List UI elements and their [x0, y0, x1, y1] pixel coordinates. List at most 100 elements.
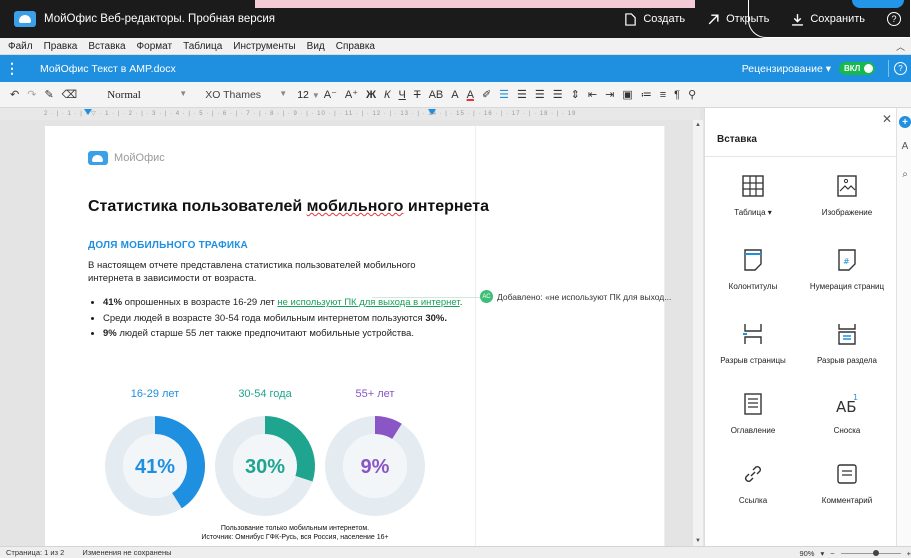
- font-family-select[interactable]: XO Thames ▼: [205, 89, 287, 101]
- menu-insert[interactable]: Вставка: [88, 41, 125, 52]
- zoom-value[interactable]: 90%: [799, 549, 814, 558]
- page-margin-line: [475, 126, 476, 546]
- insert-link-button[interactable]: Ссылка: [707, 462, 799, 522]
- search-icon[interactable]: ⌕: [899, 168, 911, 180]
- logo-text: МойОфис: [114, 152, 165, 164]
- insert-comment-button[interactable]: Комментарий: [801, 462, 893, 522]
- bullet-list[interactable]: 41% опрошенных в возрасте 16-29 лет не и…: [103, 296, 473, 343]
- section-heading[interactable]: ДОЛЯ МОБИЛЬНОГО ТРАФИКА: [88, 240, 248, 251]
- menu-file[interactable]: Файл: [8, 41, 33, 52]
- insert-header-footer-button[interactable]: Колонтитулы: [707, 248, 799, 308]
- item-label: Разрыв страницы: [720, 356, 786, 365]
- paragraph-mark-button[interactable]: ¶: [674, 89, 680, 101]
- toggle-label: ВКЛ: [844, 64, 861, 73]
- insert-toc-button[interactable]: Оглавление: [707, 392, 799, 452]
- document-page[interactable]: МойОфис Статистика пользователей мобильн…: [45, 126, 665, 546]
- vertical-scrollbar[interactable]: ▲ ▼: [693, 120, 703, 546]
- undo-icon[interactable]: ↶: [10, 88, 19, 101]
- top-blue-tab: [852, 0, 904, 8]
- font-size-select[interactable]: 12 ▼: [297, 89, 320, 101]
- tracked-insertion[interactable]: не используют ПК для выхода в интернет: [277, 297, 459, 308]
- format-painter-icon[interactable]: ✎: [44, 88, 53, 101]
- scroll-down-icon[interactable]: ▼: [695, 538, 701, 544]
- menu-table[interactable]: Таблица: [183, 41, 222, 52]
- help-icon[interactable]: ?: [887, 12, 901, 26]
- svg-text:#: #: [843, 257, 850, 266]
- panel-title: Вставка: [717, 134, 757, 145]
- menu-tools[interactable]: Инструменты: [233, 41, 295, 52]
- insert-panel-icon[interactable]: +: [899, 116, 911, 128]
- clear-format-icon[interactable]: ⌫: [62, 88, 78, 101]
- caps-button[interactable]: AB: [429, 89, 444, 101]
- save-button[interactable]: Сохранить: [791, 13, 865, 26]
- more-options-icon[interactable]: ⋮: [0, 60, 24, 77]
- borders-icon[interactable]: ▣: [622, 88, 632, 101]
- close-icon[interactable]: ✕: [882, 112, 892, 126]
- side-rail: + A ⌕: [896, 108, 911, 546]
- caption-line: Пользование только мобильным интернетом.: [220, 525, 370, 532]
- insert-footnote-button[interactable]: AБ 1 Сноска: [801, 392, 893, 452]
- align-center-icon[interactable]: ☰: [517, 88, 527, 101]
- avatar: АС: [480, 290, 493, 303]
- review-label: Рецензирование: [741, 62, 823, 75]
- justify-icon[interactable]: ☰: [553, 88, 563, 101]
- paragraph-style-select[interactable]: Normal ▼: [107, 89, 187, 101]
- font-color-button[interactable]: A: [467, 89, 474, 101]
- insert-image-button[interactable]: Изображение: [801, 174, 893, 234]
- strikethrough-button[interactable]: Т: [414, 89, 421, 101]
- ruler[interactable]: 2 · | · 1 · | · ▽ · 1 · | · 2 · | · 3 · …: [0, 108, 700, 120]
- review-dropdown[interactable]: Рецензирование ▾: [742, 63, 831, 75]
- donut-svg: 41% 30% 9%: [105, 416, 425, 516]
- indent-decrease-icon[interactable]: ⇤: [588, 88, 597, 101]
- doc-help-icon[interactable]: ?: [894, 62, 907, 75]
- highlight-icon[interactable]: ✐: [482, 88, 491, 101]
- app-logo-icon: [14, 11, 36, 27]
- decrease-font-button[interactable]: A⁻: [324, 88, 337, 101]
- menu-edit[interactable]: Правка: [44, 41, 78, 52]
- insert-section-break-button[interactable]: Разрыв раздела: [801, 322, 893, 382]
- align-left-icon[interactable]: ☰: [499, 88, 509, 101]
- numbered-list-icon[interactable]: ≡: [660, 89, 666, 101]
- review-comment[interactable]: АС Добавлено: «не используют ПК для выхо…: [480, 290, 671, 303]
- document-title[interactable]: Статистика пользователей мобильного инте…: [88, 198, 489, 216]
- indent-increase-icon[interactable]: ⇥: [605, 88, 614, 101]
- insert-page-break-button[interactable]: Разрыв страницы: [707, 322, 799, 382]
- insert-table-button[interactable]: Таблица ▾: [707, 174, 799, 234]
- menu-format[interactable]: Формат: [137, 41, 173, 52]
- zoom-slider[interactable]: [840, 549, 901, 556]
- zoom-slider-thumb[interactable]: [872, 549, 879, 556]
- chevron-down-icon: ▼: [179, 88, 188, 98]
- subscript-button[interactable]: A: [451, 89, 458, 101]
- line-spacing-icon[interactable]: ⇕: [571, 88, 580, 101]
- align-right-icon[interactable]: ☰: [535, 88, 545, 101]
- panel-divider: [705, 156, 897, 157]
- link-toolbar-icon[interactable]: ⚲: [688, 88, 696, 101]
- open-button[interactable]: Открыть: [707, 13, 769, 26]
- menu-view[interactable]: Вид: [307, 41, 325, 52]
- scroll-up-icon[interactable]: ▲: [695, 122, 701, 128]
- chevron-down-icon[interactable]: ▾: [820, 549, 824, 558]
- text-format-icon[interactable]: A: [899, 140, 911, 152]
- right-indent-marker[interactable]: [428, 109, 436, 115]
- underline-button[interactable]: Ч: [399, 89, 406, 101]
- zoom-in-icon[interactable]: +: [907, 549, 911, 558]
- zoom-out-icon[interactable]: −: [830, 549, 834, 558]
- insert-page-number-button[interactable]: # Нумерация страниц: [801, 248, 893, 308]
- menu-help[interactable]: Справка: [336, 41, 375, 52]
- increase-font-button[interactable]: A⁺: [345, 88, 358, 101]
- header-footer-icon: [744, 249, 762, 271]
- review-toggle[interactable]: ВКЛ: [839, 62, 875, 75]
- redo-icon[interactable]: ↷: [27, 88, 36, 101]
- item-label: Таблица ▾: [734, 208, 772, 217]
- intro-paragraph[interactable]: В настоящем отчете представлена статисти…: [88, 259, 458, 285]
- collapse-menu-icon[interactable]: ︿: [896, 40, 905, 53]
- bullet-list-icon[interactable]: ≔: [641, 88, 652, 101]
- chart-label: 30-54 года: [238, 388, 292, 400]
- bold-button[interactable]: Ж: [366, 89, 376, 101]
- save-status: Изменения не сохранены: [82, 548, 172, 557]
- italic-button[interactable]: К: [384, 89, 390, 101]
- create-button[interactable]: Создать: [624, 12, 685, 26]
- left-indent-marker[interactable]: [84, 109, 92, 115]
- bullet-value: 41%: [103, 297, 123, 308]
- app-title: МойОфис Веб-редакторы. Пробная версия: [44, 13, 276, 25]
